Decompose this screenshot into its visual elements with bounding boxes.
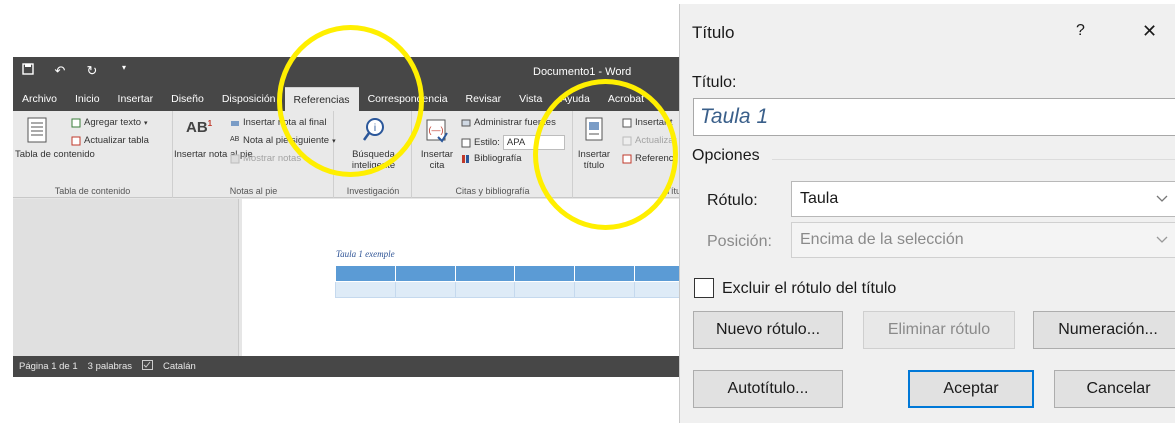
undo-icon[interactable]: ↶ [53, 63, 67, 79]
tab-diseno[interactable]: Diseño [162, 87, 213, 111]
style-icon [461, 138, 471, 148]
label-select-value: Taula [800, 190, 839, 207]
position-field-label: Posición: [707, 233, 772, 250]
toc-group-label: Tabla de contenido [54, 186, 131, 196]
redo-icon[interactable]: ↻ [85, 63, 99, 79]
proofing-icon[interactable] [142, 360, 154, 373]
exclude-label-checkbox[interactable] [694, 278, 714, 298]
insert-footnote-button[interactable]: Insertar nota al pie [174, 149, 253, 160]
tab-revisar[interactable]: Revisar [457, 87, 511, 111]
close-button[interactable]: ✕ [1142, 21, 1157, 42]
options-heading: Opciones [692, 147, 760, 164]
toc-button[interactable]: Tabla de contenido [15, 149, 95, 160]
dialog-title: Título [692, 23, 735, 42]
add-text-label: Agregar texto [84, 117, 142, 128]
page-count[interactable]: Página 1 de 1 [19, 361, 78, 372]
chevron-down-icon: ▾ [144, 119, 148, 127]
research-group-label: Investigación [346, 186, 400, 196]
bibliography-button[interactable]: Bibliografía [461, 153, 522, 164]
style-value: APA [506, 137, 526, 148]
save-icon[interactable] [21, 63, 35, 79]
show-notes-label: Mostrar notas [243, 153, 302, 164]
screenshot-stage: ↶ ↻ ▾ Documento1 - Word Archivo Inicio I… [0, 0, 1175, 423]
table-of-contents-icon [27, 117, 49, 143]
options-divider [772, 159, 1175, 160]
tab-archivo[interactable]: Archivo [13, 87, 66, 111]
tab-inicio[interactable]: Inicio [66, 87, 109, 111]
add-text-icon [71, 118, 81, 128]
highlight-circle-references-tab [277, 25, 424, 177]
bibliography-label: Bibliografía [474, 153, 522, 164]
quick-access-toolbar: ↶ ↻ ▾ [21, 63, 131, 79]
endnote-icon [230, 118, 240, 128]
table-row [335, 281, 685, 298]
insert-citation-button[interactable]: Insertar cita [415, 149, 459, 171]
svg-text:(—): (—) [429, 125, 444, 135]
bibliography-icon [461, 154, 471, 164]
update-table-icon [71, 136, 81, 146]
show-notes-button[interactable]: Mostrar notas [230, 153, 301, 164]
help-button[interactable]: ? [1076, 22, 1085, 40]
highlight-circle-insert-caption [533, 79, 678, 230]
delete-label-button[interactable]: Eliminar rótulo [863, 311, 1015, 349]
insert-citation-icon: (—) [426, 119, 448, 145]
update-table-button[interactable]: Actualizar tabla [71, 135, 149, 146]
chevron-down-icon [1156, 231, 1168, 247]
label-field-label: Rótulo: [707, 192, 758, 209]
word-count[interactable]: 3 palabras [88, 361, 132, 372]
label-select[interactable]: Taula [791, 181, 1175, 217]
new-label-button[interactable]: Nuevo rótulo... [693, 311, 843, 349]
document-table[interactable] [335, 265, 685, 298]
footnotes-group-label: Notas al pie [229, 186, 278, 196]
position-select[interactable]: Encima de la selección [791, 222, 1175, 258]
position-select-value: Encima de la selección [800, 231, 964, 248]
style-label: Estilo: [474, 137, 500, 148]
ok-button[interactable]: Aceptar [908, 370, 1034, 408]
language-indicator[interactable]: Catalán [163, 361, 196, 372]
cancel-button[interactable]: Cancelar [1054, 370, 1175, 408]
table-caption: Taula 1 exemple [336, 249, 395, 259]
manage-sources-icon [461, 118, 471, 128]
customize-icon[interactable]: ▾ [117, 63, 131, 79]
navigation-pane [13, 199, 239, 356]
show-notes-icon [230, 154, 240, 164]
exclude-label-text: Excluir el rótulo del título [722, 280, 897, 297]
table-row [335, 265, 685, 282]
chevron-down-icon [1156, 190, 1168, 206]
status-bar: Página 1 de 1 3 palabras Catalán [13, 356, 685, 377]
caption-input[interactable] [693, 98, 1175, 136]
update-table-label: Actualizar tabla [84, 135, 149, 146]
autocaption-button[interactable]: Autotítulo... [693, 370, 843, 408]
caption-label: Título: [692, 74, 737, 91]
numbering-button[interactable]: Numeración... [1033, 311, 1175, 349]
tab-disposicion[interactable]: Disposición [213, 87, 285, 111]
caption-dialog: Título ? ✕ Título: Opciones Rótulo: Taul… [679, 4, 1175, 423]
insert-footnote-icon: AB1 [186, 119, 213, 136]
next-footnote-icon: AB [230, 135, 240, 143]
document-title: Documento1 - Word [533, 66, 632, 78]
tab-insertar[interactable]: Insertar [109, 87, 163, 111]
group-table-of-contents: Tabla de contenido Agregar texto ▾ Actua… [13, 111, 173, 198]
add-text-button[interactable]: Agregar texto ▾ [71, 117, 148, 128]
tab-vista[interactable]: Vista [510, 87, 551, 111]
